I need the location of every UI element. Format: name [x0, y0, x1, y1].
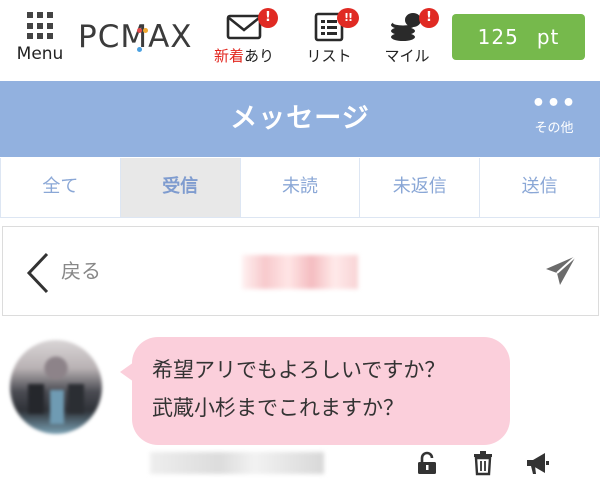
tab-received[interactable]: 受信: [120, 158, 241, 217]
logo-text: PCMAX: [78, 19, 193, 55]
nav-new-arrivals-label: 新着あり: [213, 47, 275, 65]
back-button[interactable]: 戻る: [61, 227, 101, 315]
tab-sent[interactable]: 送信: [480, 158, 600, 217]
logo-dots: [137, 18, 153, 52]
more-label: その他: [534, 121, 574, 136]
megaphone-icon[interactable]: [524, 450, 550, 476]
page-title: メッセージ: [230, 103, 370, 134]
new-arrivals-badge: !: [258, 8, 278, 28]
points-button[interactable]: 125 pt: [452, 14, 585, 60]
menu-button[interactable]: Menu: [14, 10, 66, 68]
nav-mile-label: マイル: [384, 47, 430, 65]
nav-new-arrivals[interactable]: 新着あり !: [208, 8, 280, 72]
trash-icon[interactable]: [470, 450, 496, 476]
sender-avatar[interactable]: [10, 340, 102, 434]
points-unit: pt: [536, 25, 560, 49]
points-value: 125: [477, 25, 519, 49]
nav-mile[interactable]: マイル !: [371, 8, 443, 72]
message-line: 武蔵小杉までこれますか？: [152, 396, 404, 420]
message-bubble: 希望アリでもよろしいですか？ 武蔵小杉までこれますか？: [132, 337, 510, 445]
more-button[interactable]: ••• その他: [524, 91, 584, 145]
mile-badge: !: [419, 8, 439, 28]
title-bar: メッセージ ••• その他: [0, 81, 600, 157]
unlock-icon[interactable]: [414, 450, 440, 476]
nav-list-label: リスト: [306, 47, 352, 65]
menu-label: Menu: [16, 44, 64, 64]
list-badge: !!: [337, 8, 359, 28]
grid-menu-icon: [26, 12, 54, 40]
message-line: 希望アリでもよろしいですか？: [152, 358, 446, 382]
tab-unreplied[interactable]: 未返信: [360, 158, 481, 217]
message-timestamp: [150, 452, 324, 474]
chevron-left-icon[interactable]: [23, 251, 53, 295]
nav-list[interactable]: リスト !!: [293, 8, 365, 72]
tab-unread[interactable]: 未読: [240, 158, 361, 217]
message-filter-tabs: 全て 受信 未読 未返信 送信: [0, 158, 600, 218]
ellipsis-icon: •••: [531, 91, 577, 116]
partner-name[interactable]: [242, 255, 358, 289]
top-header: Menu PCMAX 新着あり ! リスト !! マイル ! 125 pt: [0, 0, 600, 80]
pcmax-logo[interactable]: PCMAX: [78, 17, 196, 57]
conversation-header: 戻る: [2, 226, 599, 316]
tab-all[interactable]: 全て: [1, 158, 121, 217]
paper-plane-icon[interactable]: [543, 253, 579, 289]
